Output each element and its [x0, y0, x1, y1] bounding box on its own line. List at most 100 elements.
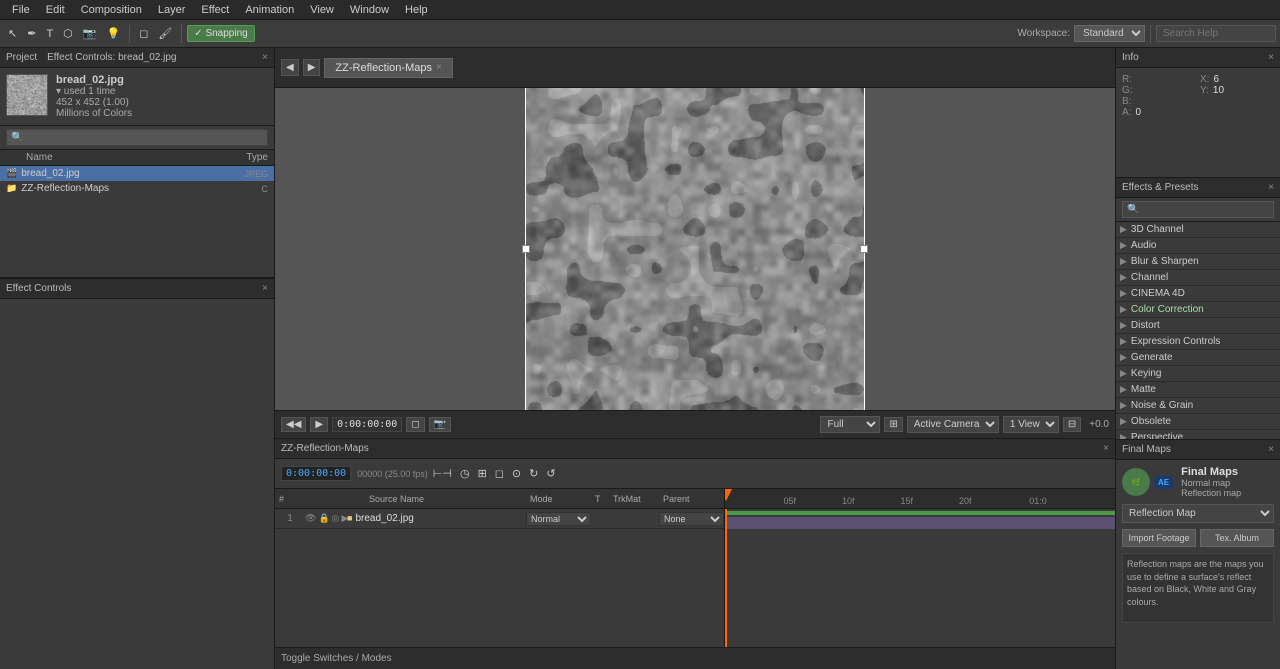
ruler-tick-20f: 20f	[959, 496, 972, 506]
effect-cat-arrow-7: ▶	[1120, 320, 1127, 331]
menu-composition[interactable]: Composition	[73, 4, 150, 16]
tool-paint[interactable]: 🖌	[154, 25, 176, 42]
tl-tool-4[interactable]: ◻	[492, 465, 507, 482]
menu-layer[interactable]: Layer	[150, 4, 194, 16]
tex-album-btn[interactable]: Tex. Album	[1200, 529, 1274, 547]
play-back-btn[interactable]: ◀◀	[281, 417, 306, 432]
menu-window[interactable]: Window	[342, 4, 397, 16]
effect-category-4[interactable]: ▶Channel	[1116, 270, 1280, 286]
effect-category-10[interactable]: ▶Keying	[1116, 366, 1280, 382]
info-x-value: 6	[1213, 74, 1219, 85]
project-panel-close[interactable]: ×	[262, 52, 268, 63]
tool-mask[interactable]: ◻	[135, 25, 152, 42]
effect-category-9[interactable]: ▶Generate	[1116, 350, 1280, 366]
timeline-tools: 0:00:00:00 00000 (25.00 fps) ⊢⊣ ◷ ⊞ ◻ ⊙ …	[275, 459, 1115, 489]
menu-file[interactable]: File	[4, 4, 38, 16]
tl-tool-2[interactable]: ◷	[457, 465, 473, 482]
project-search-input[interactable]	[6, 129, 268, 146]
tool-camera[interactable]: 📷	[79, 25, 101, 42]
effect-category-1[interactable]: ▶3D Channel	[1116, 222, 1280, 238]
project-item-icon-bread: 🎬	[6, 168, 17, 179]
composition-canvas-area[interactable]	[275, 88, 1115, 410]
comp-grid-btn[interactable]: ⊞	[884, 417, 902, 432]
tool-shape[interactable]: ⬡	[59, 25, 77, 42]
comp-nav-prev[interactable]: ◀	[281, 59, 299, 76]
search-help-input[interactable]	[1156, 25, 1276, 42]
effect-controls-close[interactable]: ×	[262, 283, 268, 294]
timeline-layer-1[interactable]: 1 👁 🔒 ◎ ▶ ■bread_02.jpg Normal	[275, 509, 724, 529]
effect-category-5[interactable]: ▶CINEMA 4D	[1116, 286, 1280, 302]
project-tab[interactable]: Project	[6, 52, 37, 63]
effect-category-7[interactable]: ▶Distort	[1116, 318, 1280, 334]
tl-tool-3[interactable]: ⊞	[475, 465, 490, 482]
view-grid-btn[interactable]: ⊟	[1063, 417, 1081, 432]
snapshot-btn[interactable]: 📷	[429, 417, 451, 432]
layer-solo-1[interactable]: ◎	[332, 513, 340, 524]
layer-eye-1[interactable]: 👁	[305, 513, 316, 524]
layer-lock-1[interactable]: 🔒	[318, 513, 329, 524]
preview-used: ▾ used 1 time	[56, 86, 132, 97]
tl-tool-6[interactable]: ↻	[526, 465, 541, 482]
workspace-select[interactable]: Standard	[1074, 25, 1145, 42]
effect-category-11[interactable]: ▶Matte	[1116, 382, 1280, 398]
project-panel: Project Effect Controls: bread_02.jpg × …	[0, 48, 274, 278]
camera-select[interactable]: Active Camera	[907, 416, 999, 433]
play-btn[interactable]: ▶	[310, 417, 328, 432]
comp-tab-zz[interactable]: ZZ-Reflection-Maps ×	[324, 58, 452, 78]
menu-bar: File Edit Composition Layer Effect Anima…	[0, 0, 1280, 20]
menu-help[interactable]: Help	[397, 4, 436, 16]
reflection-map-select[interactable]: Reflection Map Normal Map	[1122, 504, 1274, 523]
final-maps-close[interactable]: ×	[1268, 444, 1274, 455]
effect-cat-name-9: Generate	[1131, 352, 1173, 363]
effect-category-6[interactable]: ▶Color Correction	[1116, 302, 1280, 318]
logo-ae-badge: AE	[1154, 476, 1173, 489]
tool-light[interactable]: 💡	[102, 25, 124, 42]
tl-tool-5[interactable]: ⊙	[509, 465, 524, 482]
tool-text[interactable]: T	[42, 26, 57, 42]
tl-tool-7[interactable]: ↺	[543, 465, 558, 482]
effects-search-input[interactable]	[1122, 201, 1274, 218]
effect-category-14[interactable]: ▶Perspective	[1116, 430, 1280, 439]
tool-pen[interactable]: ✒	[23, 25, 40, 42]
effect-controls-tab[interactable]: Effect Controls: bread_02.jpg	[37, 52, 262, 63]
info-panel-close[interactable]: ×	[1268, 52, 1274, 63]
menu-animation[interactable]: Animation	[237, 4, 302, 16]
menu-edit[interactable]: Edit	[38, 4, 73, 16]
effect-category-2[interactable]: ▶Audio	[1116, 238, 1280, 254]
timeline-tracks[interactable]	[725, 509, 1115, 647]
tool-arrow[interactable]: ↖	[4, 25, 21, 42]
toggle-switches-btn[interactable]: Toggle Switches / Modes	[281, 653, 392, 664]
preview-options-btn[interactable]: ◻	[406, 417, 424, 432]
effect-category-8[interactable]: ▶Expression Controls	[1116, 334, 1280, 350]
view-count-select[interactable]: 1 View	[1003, 416, 1059, 433]
timeline-ruler[interactable]: 05f 10f 15f 20f 01:0	[725, 489, 1115, 509]
ruler-tick-15f: 15f	[901, 496, 914, 506]
menu-effect[interactable]: Effect	[193, 4, 237, 16]
view-quality-select[interactable]: FullHalfQuarter	[820, 416, 880, 433]
col-type: Type	[228, 152, 268, 163]
project-item-zz[interactable]: 📁 ZZ-Reflection-Maps C	[0, 181, 274, 196]
layer-mode-1[interactable]: Normal	[526, 512, 591, 526]
import-footage-btn[interactable]: Import Footage	[1122, 529, 1196, 547]
effect-category-13[interactable]: ▶Obsolete	[1116, 414, 1280, 430]
playhead[interactable]	[725, 509, 727, 647]
timeline-panel-close[interactable]: ×	[1103, 443, 1109, 454]
logo-container: 🌿 AE	[1122, 468, 1173, 496]
effect-category-12[interactable]: ▶Noise & Grain	[1116, 398, 1280, 414]
comp-tab-close[interactable]: ×	[436, 62, 442, 73]
layer-num-1: 1	[275, 513, 305, 524]
effect-controls-header: Effect Controls ×	[0, 279, 274, 299]
info-r-label: R:	[1122, 74, 1132, 85]
col-name: Name	[26, 152, 228, 163]
comp-nav-next[interactable]: ▶	[303, 59, 321, 76]
effect-category-3[interactable]: ▶Blur & Sharpen	[1116, 254, 1280, 270]
menu-view[interactable]: View	[302, 4, 342, 16]
final-maps-logo: 🌿 AE Final Maps Normal map Reflection ma…	[1122, 466, 1274, 498]
info-values: R: G: B: A: 0	[1116, 68, 1280, 124]
effects-panel-close[interactable]: ×	[1268, 182, 1274, 193]
tl-tool-1[interactable]: ⊢⊣	[430, 465, 455, 482]
project-item-bread[interactable]: 🎬 bread_02.jpg JPEG	[0, 166, 274, 181]
layer-parent-1[interactable]: None	[659, 512, 724, 526]
snapping-btn[interactable]: ✓ Snapping	[187, 25, 254, 42]
track-purple-bar	[725, 517, 1115, 529]
